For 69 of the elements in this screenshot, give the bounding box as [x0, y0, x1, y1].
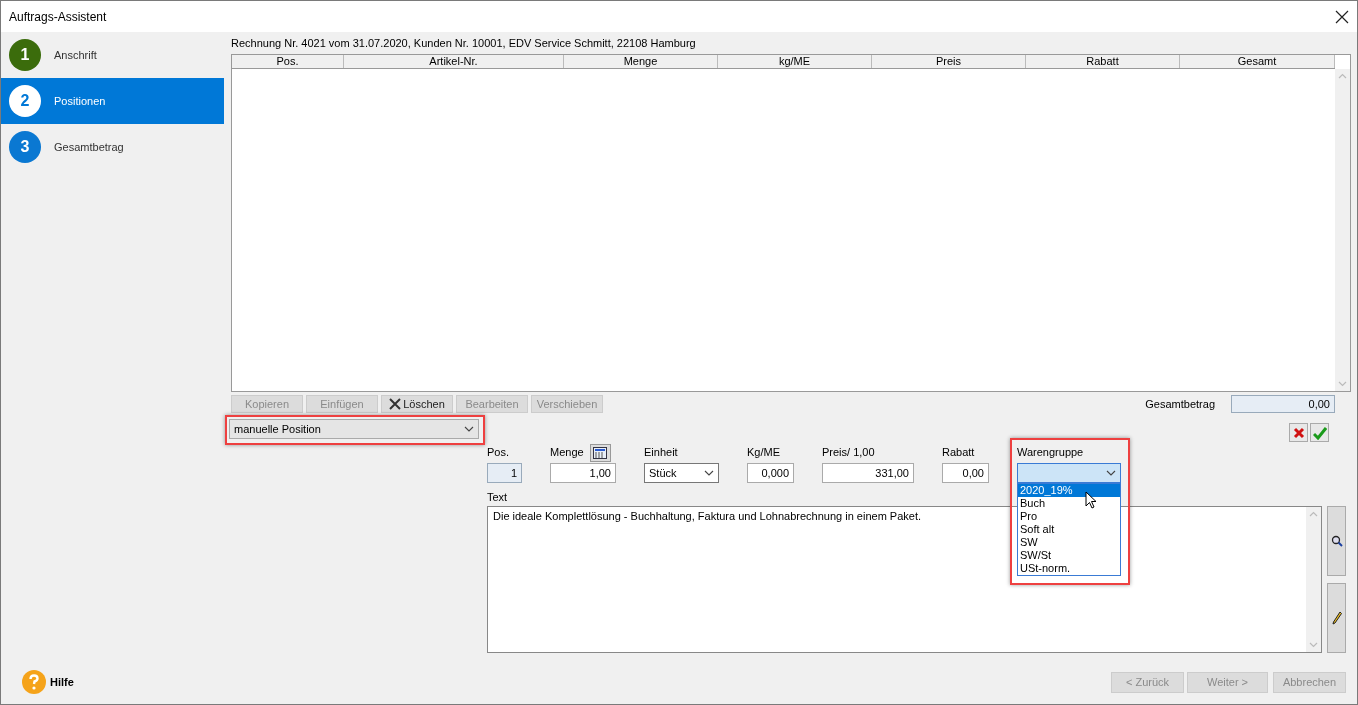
- dropdown-option[interactable]: USt-norm.: [1018, 562, 1120, 575]
- scrollbar[interactable]: [1306, 507, 1321, 652]
- dropdown-option[interactable]: Pro: [1018, 510, 1120, 523]
- step-number: 1: [9, 39, 41, 71]
- product-group-select[interactable]: [1017, 463, 1121, 483]
- search-button[interactable]: [1327, 506, 1346, 576]
- x-icon: [1292, 426, 1305, 439]
- field-label: Warengruppe: [1017, 445, 1085, 460]
- window-title: Auftrags-Assistent: [9, 9, 107, 24]
- invoice-info: Rechnung Nr. 4021 vom 31.07.2020, Kunden Nr. 10001, EDV Service Schmitt, 22108 Hamburg: [231, 36, 697, 51]
- scroll-up-icon: [1309, 511, 1318, 517]
- column-header[interactable]: Rabatt: [1026, 55, 1180, 68]
- dropdown-option[interactable]: Soft alt: [1018, 523, 1120, 536]
- dropdown-option[interactable]: SW: [1018, 536, 1120, 549]
- field-label: Preis/ 1,00: [822, 445, 875, 460]
- cancel-button[interactable]: [1289, 423, 1308, 442]
- input-field[interactable]: 1,00: [550, 463, 616, 483]
- calculator-icon: [593, 446, 608, 459]
- pencil-icon: [1331, 611, 1342, 625]
- dropdown-option[interactable]: 2020_19%: [1018, 484, 1120, 497]
- scroll-down-icon: [1338, 381, 1347, 387]
- step-item[interactable]: 2 Positionen: [1, 78, 224, 124]
- check-icon: [1312, 425, 1327, 440]
- close-button[interactable]: [1335, 9, 1349, 24]
- column-header[interactable]: Pos.: [232, 55, 344, 68]
- close-icon: [1335, 9, 1349, 24]
- field-label: Rabatt: [942, 445, 975, 460]
- step-label: Gesamtbetrag: [54, 141, 124, 153]
- help-link[interactable]: Hilfe: [50, 676, 74, 688]
- step-item[interactable]: 3 Gesamtbetrag: [1, 124, 224, 170]
- calculator-button[interactable]: [589, 443, 611, 462]
- field-label: Menge: [550, 445, 584, 460]
- unit-select[interactable]: Stück: [644, 463, 719, 483]
- input-field[interactable]: 0,000: [747, 463, 794, 483]
- input-field[interactable]: 0,00: [942, 463, 989, 483]
- field-label: Einheit: [644, 445, 678, 460]
- description-text: Die ideale Komplettlösung - Buchhaltung, Faktura und Lohnabrechnung in einem Paket.: [492, 509, 923, 524]
- edit-button[interactable]: [1327, 583, 1346, 653]
- dropdown-option[interactable]: SW/St: [1018, 549, 1120, 562]
- column-header[interactable]: Gesamt: [1180, 55, 1335, 68]
- x-icon: [389, 398, 402, 410]
- confirm-button[interactable]: [1310, 423, 1329, 442]
- chevron-down-icon: [464, 425, 474, 433]
- input-field[interactable]: 331,00: [822, 463, 914, 483]
- field-label: Kg/ME: [747, 445, 780, 460]
- field-label: Pos.: [487, 445, 509, 460]
- scroll-down-icon: [1309, 642, 1318, 648]
- step-label: Anschrift: [54, 49, 97, 61]
- column-header[interactable]: Artikel-Nr.: [344, 55, 564, 68]
- field-label: Text: [487, 490, 508, 505]
- scroll-up-icon: [1338, 73, 1347, 79]
- cursor-icon: [1085, 491, 1097, 509]
- step-item[interactable]: 1 Anschrift: [1, 32, 224, 78]
- column-header[interactable]: Menge: [564, 55, 718, 68]
- step-number: 3: [9, 131, 41, 163]
- step-label: Positionen: [54, 95, 106, 107]
- total-label: Gesamtbetrag: [1145, 398, 1215, 410]
- search-icon: [1330, 535, 1343, 547]
- delete-button[interactable]: Löschen: [381, 395, 453, 413]
- chevron-down-icon: [704, 469, 714, 477]
- step-number: 2: [9, 85, 41, 117]
- position-field: 1: [487, 463, 522, 483]
- position-type-select[interactable]: manuelle Position: [229, 419, 479, 439]
- column-header[interactable]: Preis: [872, 55, 1026, 68]
- help-icon: [22, 670, 46, 694]
- column-header[interactable]: kg/ME: [718, 55, 872, 68]
- scrollbar[interactable]: [1335, 69, 1350, 391]
- chevron-down-icon: [1106, 469, 1116, 477]
- total-field: 0,00: [1231, 395, 1335, 413]
